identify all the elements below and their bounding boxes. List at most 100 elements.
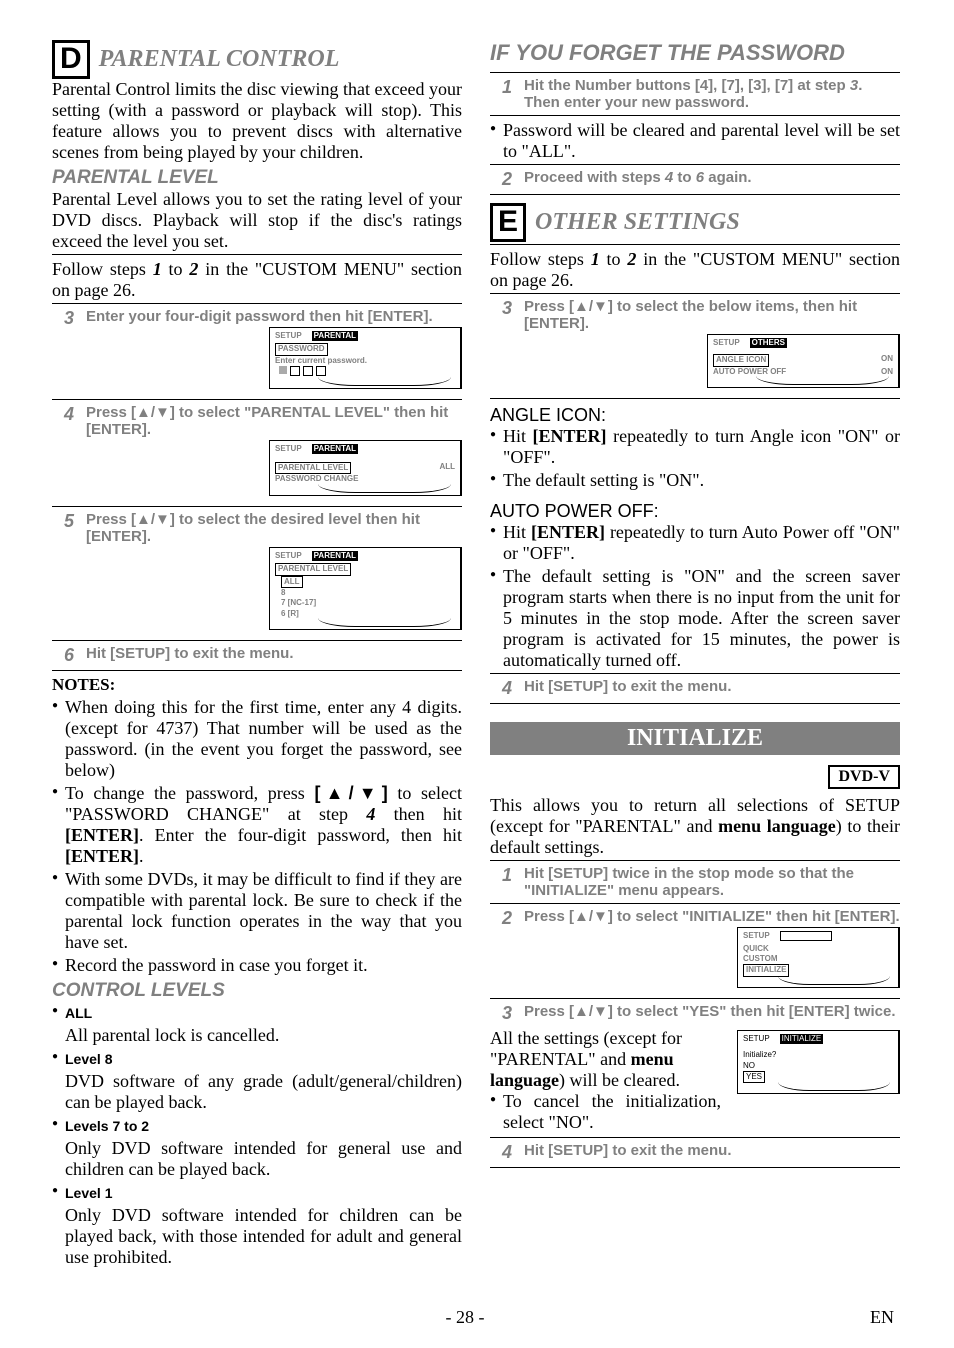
notes-list: When doing this for the first time, ente… xyxy=(52,697,462,976)
divider xyxy=(490,903,900,904)
step-number: 6 xyxy=(52,645,86,666)
e-step-4: 4 Hit [SETUP] to exit the menu. xyxy=(490,678,900,699)
follow-steps-text: Follow steps 1 to 2 in the "CUSTOM MENU"… xyxy=(52,259,462,301)
cl-body: Only DVD software intended for general u… xyxy=(65,1138,462,1180)
divider xyxy=(490,703,900,704)
step-number: 2 xyxy=(490,169,524,190)
forget-password-heading: IF YOU FORGET THE PASSWORD xyxy=(490,40,900,66)
section-letter-d: D xyxy=(52,40,90,79)
i-step-3-body-row: All the settings (except for "PARENTAL" … xyxy=(490,1028,900,1135)
forget-note: Password will be cleared and parental le… xyxy=(490,120,900,162)
step-number: 1 xyxy=(490,865,524,886)
step-3: 3 Enter your four-digit password then hi… xyxy=(52,308,462,395)
divider xyxy=(52,254,462,255)
cl-item: Level 1 xyxy=(52,1182,462,1203)
section-e-header: E OTHER SETTINGS xyxy=(490,203,900,242)
divider xyxy=(490,998,900,999)
control-levels-list: ALL xyxy=(52,1002,462,1023)
cl-body: DVD software of any grade (adult/general… xyxy=(65,1071,462,1113)
forget-step-1: 1 Hit the Number buttons [4], [7], [3], … xyxy=(490,77,900,111)
step-number: 2 xyxy=(490,908,524,929)
i-step-3: 3 Press [▲/▼] to select "YES" then hit [… xyxy=(490,1003,900,1024)
step-text: Press [▲/▼] to select the desired level … xyxy=(86,511,462,636)
cl-item: Levels 7 to 2 xyxy=(52,1115,462,1136)
forget-step-2: 2 Proceed with steps 4 to 6 again. xyxy=(490,169,900,190)
divider xyxy=(52,506,462,507)
step-text: Press [▲/▼] to select "YES" then hit [EN… xyxy=(524,1003,900,1020)
step-6: 6 Hit [SETUP] to exit the menu. xyxy=(52,645,462,666)
step-text: Hit [SETUP] to exit the menu. xyxy=(524,1142,900,1159)
note-item: With some DVDs, it may be difficult to f… xyxy=(52,869,462,953)
step-text: Hit [SETUP] twice in the stop mode so th… xyxy=(524,865,900,899)
dvd-v-badge: DVD-V xyxy=(828,765,900,789)
left-column: D PARENTAL CONTROL Parental Control limi… xyxy=(52,40,462,1270)
osd-parental-level-menu: SETUPPARENTAL PARENTAL LEVELALL PASSWORD… xyxy=(269,440,462,496)
step-5: 5 Press [▲/▼] to select the desired leve… xyxy=(52,511,462,636)
i-step-1: 1 Hit [SETUP] twice in the stop mode so … xyxy=(490,865,900,899)
cl-item: Level 8 xyxy=(52,1048,462,1069)
step-number: 3 xyxy=(490,1003,524,1024)
divider xyxy=(490,115,900,116)
divider xyxy=(52,303,462,304)
osd-initialize-menu: SETUP QUICK CUSTOM INITIALIZE xyxy=(737,927,900,988)
e-step-3: 3 Press [▲/▼] to select the below items,… xyxy=(490,298,900,394)
step-text: Press [▲/▼] to select "INITIALIZE" then … xyxy=(524,908,900,994)
cl-item: ALL xyxy=(52,1002,462,1023)
osd-password: SETUPPARENTAL PASSWORD Enter current pas… xyxy=(269,327,462,389)
note-item: Record the password in case you forget i… xyxy=(52,955,462,976)
i3-body: All the settings (except for "PARENTAL" … xyxy=(490,1028,721,1091)
divider xyxy=(490,673,900,674)
control-levels-heading: CONTROL LEVELS xyxy=(52,980,462,1002)
step-number: 5 xyxy=(52,511,86,532)
step-text: Proceed with steps 4 to 6 again. xyxy=(524,169,900,186)
divider xyxy=(490,72,900,73)
page-number: - 28 - xyxy=(446,1307,485,1328)
section-title-other-settings: OTHER SETTINGS xyxy=(535,209,740,235)
divider xyxy=(490,1167,900,1168)
step-text: Hit [SETUP] to exit the menu. xyxy=(86,645,462,662)
parental-level-text: Parental Level allows you to set the rat… xyxy=(52,189,462,252)
note-item: When doing this for the first time, ente… xyxy=(52,697,462,781)
osd-initialize-confirm: SETUPINITIALIZE Initialize? NO YES xyxy=(737,1030,900,1095)
divider xyxy=(52,399,462,400)
osd-others: SETUPOTHERS ANGLE ICONON AUTO POWER OFFO… xyxy=(707,334,900,388)
follow-steps-text-e: Follow steps 1 to 2 in the "CUSTOM MENU"… xyxy=(490,249,900,291)
divider xyxy=(490,164,900,165)
note-item: To change the password, press [▲/▼] to s… xyxy=(52,783,462,867)
step-number: 3 xyxy=(52,308,86,329)
step-number: 4 xyxy=(490,1142,524,1163)
cl-body: Only DVD software intended for children … xyxy=(65,1205,462,1268)
divider xyxy=(490,398,900,399)
intro-text: Parental Control limits the disc viewing… xyxy=(52,79,462,163)
auto-note: Hit [ENTER] repeatedly to turn Auto Powe… xyxy=(490,522,900,564)
initialize-intro: This allows you to return all selections… xyxy=(490,795,900,858)
step-text: Hit the Number buttons [4], [7], [3], [7… xyxy=(524,77,900,111)
parental-level-heading: PARENTAL LEVEL xyxy=(52,167,462,189)
cl-body: All parental lock is cancelled. xyxy=(65,1025,462,1046)
auto-power-heading: AUTO POWER OFF: xyxy=(490,501,900,522)
divider xyxy=(52,670,462,671)
step-text: Hit [SETUP] to exit the menu. xyxy=(524,678,900,695)
divider xyxy=(490,1137,900,1138)
divider xyxy=(490,194,900,195)
divider xyxy=(490,244,900,245)
step-text: Press [▲/▼] to select the below items, t… xyxy=(524,298,900,394)
initialize-heading: INITIALIZE xyxy=(490,722,900,755)
step-number: 4 xyxy=(490,678,524,699)
i3-cancel: To cancel the initialization, select "NO… xyxy=(490,1091,721,1133)
section-title-parental-control: PARENTAL CONTROL xyxy=(99,46,340,72)
section-letter-e: E xyxy=(490,203,526,242)
step-number: 3 xyxy=(490,298,524,319)
step-4: 4 Press [▲/▼] to select "PARENTAL LEVEL"… xyxy=(52,404,462,502)
divider xyxy=(490,293,900,294)
step-number: 1 xyxy=(490,77,524,98)
step-number: 4 xyxy=(52,404,86,425)
osd-level-list: SETUPPARENTAL PARENTAL LEVEL ALL 8 7 [NC… xyxy=(269,547,462,630)
section-d-header: D PARENTAL CONTROL xyxy=(52,40,462,79)
divider xyxy=(490,860,900,861)
i-step-4: 4 Hit [SETUP] to exit the menu. xyxy=(490,1142,900,1163)
page-lang: EN xyxy=(870,1307,894,1328)
i-step-2: 2 Press [▲/▼] to select "INITIALIZE" the… xyxy=(490,908,900,994)
angle-note: The default setting is "ON". xyxy=(490,470,900,491)
right-column: IF YOU FORGET THE PASSWORD 1 Hit the Num… xyxy=(490,40,900,1270)
